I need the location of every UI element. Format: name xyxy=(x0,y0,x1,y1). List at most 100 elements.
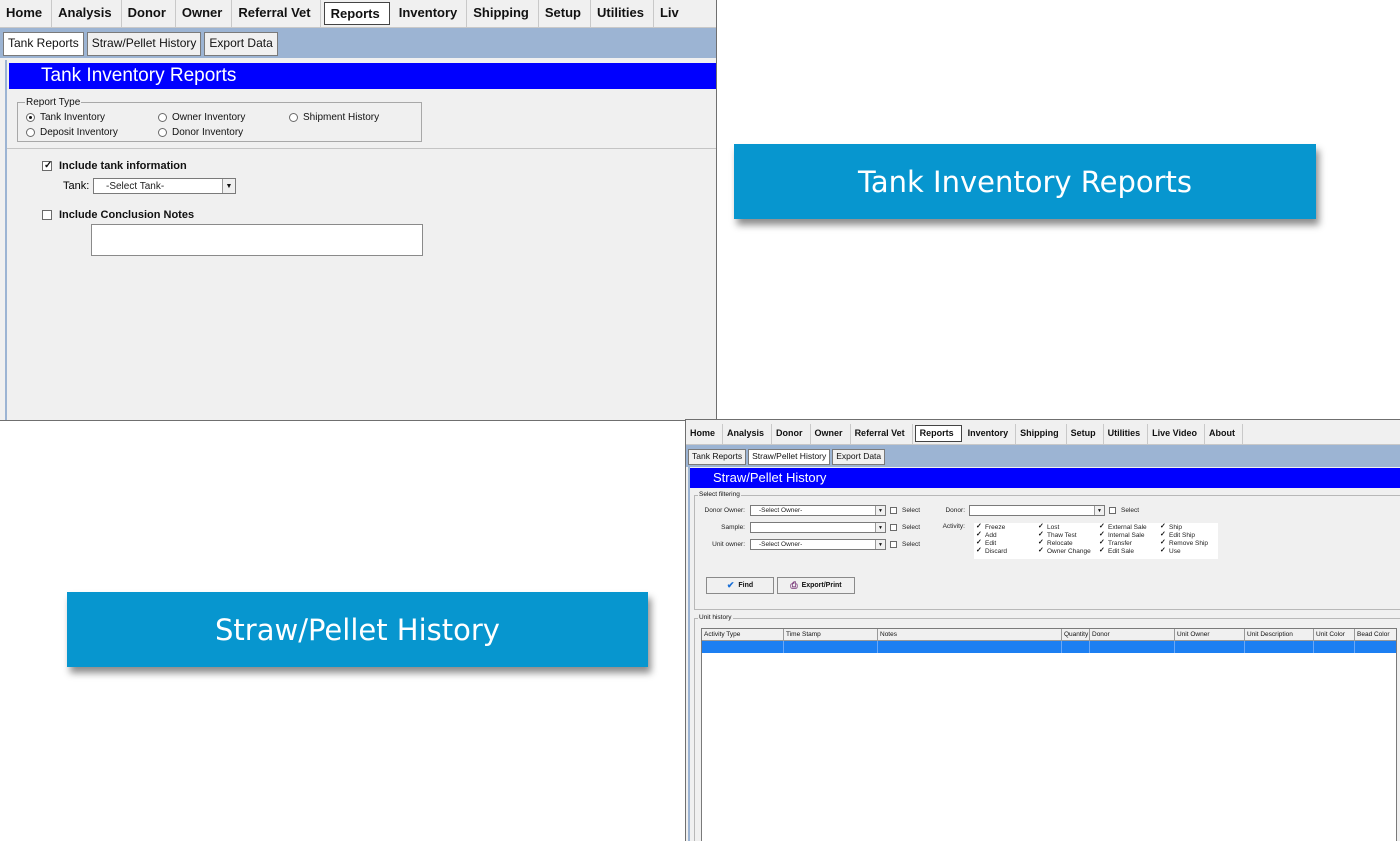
menu-home[interactable]: Home xyxy=(0,0,53,27)
tank-select[interactable]: -Select Tank- ▼ xyxy=(93,178,236,194)
unit-owner-select-checkbox[interactable]: Select xyxy=(890,541,920,548)
menu-shipping[interactable]: Shipping xyxy=(467,0,539,27)
include-notes-checkbox[interactable] xyxy=(42,210,52,220)
activity-checkbox[interactable] xyxy=(976,546,982,555)
include-tank-checkbox-row[interactable]: Include tank information xyxy=(42,160,187,172)
select-checkbox[interactable] xyxy=(890,524,897,531)
column-header-quantity[interactable]: Quantity xyxy=(1062,629,1090,640)
menu-owner[interactable]: Owner xyxy=(811,424,851,444)
menu-reports[interactable]: Reports xyxy=(323,2,390,25)
tab-export-data[interactable]: Export Data xyxy=(832,449,886,465)
activity-label-text: Freeze xyxy=(985,524,1006,531)
column-header-time-stamp[interactable]: Time Stamp xyxy=(784,629,878,640)
radio-button[interactable] xyxy=(158,128,167,137)
tab-tank-reports[interactable]: Tank Reports xyxy=(3,32,84,56)
menu-analysis[interactable]: Analysis xyxy=(52,0,122,27)
main-menu-bar: Home Analysis Donor Owner Referral Vet R… xyxy=(0,0,716,28)
sample-label: Sample: xyxy=(721,524,745,531)
straw-pellet-panel: Straw/Pellet History Select filtering Do… xyxy=(688,467,1400,841)
activity-label-text: Owner Change xyxy=(1047,548,1091,555)
unit-owner-select[interactable]: -Select Owner- ▼ xyxy=(750,539,886,550)
column-header-activity-type[interactable]: Activity Type xyxy=(702,629,784,640)
menu-home[interactable]: Home xyxy=(686,424,724,444)
menu-about[interactable]: About xyxy=(1205,424,1244,444)
activity-checkbox[interactable] xyxy=(1038,546,1044,555)
include-tank-checkbox[interactable] xyxy=(42,160,52,171)
menu-donor[interactable]: Donor xyxy=(772,424,811,444)
menu-shipping[interactable]: Shipping xyxy=(1016,424,1067,444)
chevron-down-icon[interactable]: ▼ xyxy=(875,506,885,515)
activity-checkbox[interactable] xyxy=(1160,546,1166,555)
menu-owner[interactable]: Owner xyxy=(176,0,233,27)
activity-label-text: Edit Ship xyxy=(1169,532,1196,539)
radio-owner-inventory[interactable]: Owner Inventory xyxy=(158,112,245,123)
menu-utilities[interactable]: Utilities xyxy=(591,0,654,27)
export-print-button[interactable]: ⎙ Export/Print xyxy=(777,577,855,594)
column-header-donor[interactable]: Donor xyxy=(1090,629,1175,640)
radio-button[interactable] xyxy=(26,113,35,122)
include-notes-checkbox-row[interactable]: Include Conclusion Notes xyxy=(42,209,194,221)
radio-button[interactable] xyxy=(26,128,35,137)
tab-export-data[interactable]: Export Data xyxy=(204,32,278,56)
menu-utilities[interactable]: Utilities xyxy=(1104,424,1149,444)
radio-deposit-inventory[interactable]: Deposit Inventory xyxy=(26,127,118,138)
select-checkbox[interactable] xyxy=(890,541,897,548)
tab-straw-pellet-history[interactable]: Straw/Pellet History xyxy=(86,32,202,56)
column-header-bead-color[interactable]: Bead Color xyxy=(1355,629,1395,640)
chevron-down-icon[interactable]: ▼ xyxy=(222,179,235,193)
activity-use[interactable]: Use xyxy=(1160,546,1181,555)
column-header-notes[interactable]: Notes xyxy=(878,629,1062,640)
activity-label-text: Ship xyxy=(1169,524,1183,531)
conclusion-notes-field[interactable] xyxy=(91,224,423,256)
activity-checkbox[interactable] xyxy=(1099,546,1105,555)
divider xyxy=(7,148,716,149)
table-row-selected[interactable] xyxy=(702,641,1396,653)
report-type-group: Report Type Tank Inventory Owner Invento… xyxy=(17,97,422,142)
radio-button[interactable] xyxy=(289,113,298,122)
column-header-unit-owner[interactable]: Unit Owner xyxy=(1175,629,1245,640)
menu-reports[interactable]: Reports xyxy=(914,425,962,442)
menu-referral-vet[interactable]: Referral Vet xyxy=(232,0,321,27)
radio-button[interactable] xyxy=(158,113,167,122)
chevron-down-icon[interactable]: ▼ xyxy=(1094,506,1104,515)
menu-live-video[interactable]: Liv xyxy=(654,0,688,27)
select-checkbox[interactable] xyxy=(1109,507,1116,514)
activity-discard[interactable]: Discard xyxy=(976,546,1008,555)
radio-shipment-history[interactable]: Shipment History xyxy=(289,112,379,123)
menu-analysis[interactable]: Analysis xyxy=(723,424,773,444)
activity-remove-ship[interactable]: Remove Ship xyxy=(1160,538,1208,547)
menu-setup[interactable]: Setup xyxy=(1067,424,1104,444)
table-cell xyxy=(878,641,1062,653)
menu-donor[interactable]: Donor xyxy=(122,0,176,27)
activity-label-text: Lost xyxy=(1047,524,1060,531)
table-cell xyxy=(1245,641,1314,653)
radio-donor-inventory[interactable]: Donor Inventory xyxy=(158,127,243,138)
activity-label-text: Discard xyxy=(985,548,1008,555)
menu-inventory[interactable]: Inventory xyxy=(393,0,468,27)
activity-internal-sale[interactable]: Internal Sale xyxy=(1099,530,1145,539)
menu-live-video[interactable]: Live Video xyxy=(1148,424,1206,444)
donor-select-checkbox[interactable]: Select xyxy=(1109,507,1139,514)
donor-owner-select-checkbox[interactable]: Select xyxy=(890,507,920,514)
printer-icon: ⎙ xyxy=(790,580,798,590)
activity-edit-sale[interactable]: Edit Sale xyxy=(1099,546,1134,555)
chevron-down-icon[interactable]: ▼ xyxy=(875,540,885,549)
sample-select[interactable]: ▼ xyxy=(750,522,886,533)
donor-owner-select[interactable]: -Select Owner- ▼ xyxy=(750,505,886,516)
donor-select[interactable]: ▼ xyxy=(969,505,1105,516)
select-checkbox[interactable] xyxy=(890,507,897,514)
column-header-unit-description[interactable]: Unit Description xyxy=(1245,629,1314,640)
chevron-down-icon[interactable]: ▼ xyxy=(875,523,885,532)
find-button[interactable]: ✔ Find xyxy=(706,577,774,594)
radio-label: Deposit Inventory xyxy=(40,127,118,138)
tab-straw-pellet-history[interactable]: Straw/Pellet History xyxy=(748,449,831,465)
activity-external-sale[interactable]: External Sale xyxy=(1099,522,1147,531)
radio-tank-inventory[interactable]: Tank Inventory xyxy=(26,112,105,123)
menu-inventory[interactable]: Inventory xyxy=(964,424,1017,444)
menu-referral-vet[interactable]: Referral Vet xyxy=(851,424,913,444)
column-header-unit-color[interactable]: Unit Color xyxy=(1314,629,1355,640)
menu-setup[interactable]: Setup xyxy=(539,0,591,27)
sample-select-checkbox[interactable]: Select xyxy=(890,524,920,531)
activity-owner-change[interactable]: Owner Change xyxy=(1038,546,1091,555)
tab-tank-reports[interactable]: Tank Reports xyxy=(688,449,747,465)
